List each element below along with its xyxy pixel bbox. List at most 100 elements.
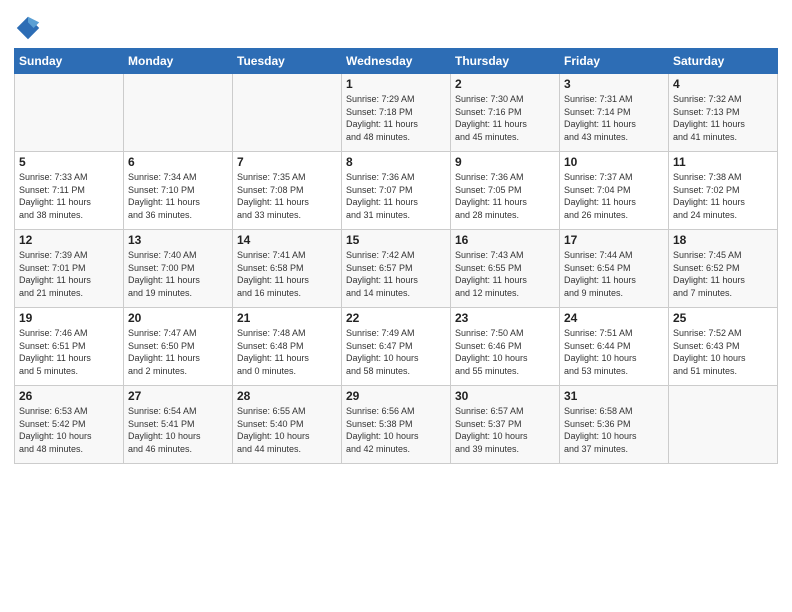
- calendar-week-row: 5 Sunrise: 7:33 AM Sunset: 7:11 PM Daylig…: [15, 152, 778, 230]
- day-info: Sunrise: 7:36 AM Sunset: 7:07 PM Dayligh…: [346, 171, 446, 221]
- day-number: 24: [564, 311, 664, 325]
- day-info: Sunrise: 7:44 AM Sunset: 6:54 PM Dayligh…: [564, 249, 664, 299]
- calendar-day-header: Thursday: [451, 49, 560, 74]
- day-info: Sunrise: 7:51 AM Sunset: 6:44 PM Dayligh…: [564, 327, 664, 377]
- calendar-cell: 17 Sunrise: 7:44 AM Sunset: 6:54 PM Dayli…: [560, 230, 669, 308]
- day-info: Sunrise: 7:52 AM Sunset: 6:43 PM Dayligh…: [673, 327, 773, 377]
- day-number: 19: [19, 311, 119, 325]
- calendar-cell: 25 Sunrise: 7:52 AM Sunset: 6:43 PM Dayli…: [669, 308, 778, 386]
- day-info: Sunrise: 6:58 AM Sunset: 5:36 PM Dayligh…: [564, 405, 664, 455]
- calendar-cell: 7 Sunrise: 7:35 AM Sunset: 7:08 PM Daylig…: [233, 152, 342, 230]
- logo-icon: [14, 14, 42, 42]
- day-info: Sunrise: 7:31 AM Sunset: 7:14 PM Dayligh…: [564, 93, 664, 143]
- day-number: 6: [128, 155, 228, 169]
- day-info: Sunrise: 7:39 AM Sunset: 7:01 PM Dayligh…: [19, 249, 119, 299]
- day-number: 21: [237, 311, 337, 325]
- calendar-cell: 18 Sunrise: 7:45 AM Sunset: 6:52 PM Dayli…: [669, 230, 778, 308]
- day-info: Sunrise: 7:38 AM Sunset: 7:02 PM Dayligh…: [673, 171, 773, 221]
- day-number: 22: [346, 311, 446, 325]
- day-number: 20: [128, 311, 228, 325]
- day-number: 30: [455, 389, 555, 403]
- day-info: Sunrise: 6:55 AM Sunset: 5:40 PM Dayligh…: [237, 405, 337, 455]
- day-number: 9: [455, 155, 555, 169]
- day-info: Sunrise: 6:56 AM Sunset: 5:38 PM Dayligh…: [346, 405, 446, 455]
- header: [14, 10, 778, 42]
- logo: [14, 14, 46, 42]
- calendar-week-row: 19 Sunrise: 7:46 AM Sunset: 6:51 PM Dayli…: [15, 308, 778, 386]
- calendar-cell: 21 Sunrise: 7:48 AM Sunset: 6:48 PM Dayli…: [233, 308, 342, 386]
- calendar-cell: 14Sunrise: 7:41 AM Sunset: 6:58 PM Dayli…: [233, 230, 342, 308]
- day-info: Sunrise: 7:41 AM Sunset: 6:58 PM Dayligh…: [237, 249, 337, 299]
- day-info: Sunrise: 7:32 AM Sunset: 7:13 PM Dayligh…: [673, 93, 773, 143]
- calendar-cell: 10 Sunrise: 7:37 AM Sunset: 7:04 PM Dayli…: [560, 152, 669, 230]
- day-info: Sunrise: 7:37 AM Sunset: 7:04 PM Dayligh…: [564, 171, 664, 221]
- day-info: Sunrise: 7:46 AM Sunset: 6:51 PM Dayligh…: [19, 327, 119, 377]
- day-number: 16: [455, 233, 555, 247]
- calendar-cell: 23 Sunrise: 7:50 AM Sunset: 6:46 PM Dayli…: [451, 308, 560, 386]
- day-info: Sunrise: 7:47 AM Sunset: 6:50 PM Dayligh…: [128, 327, 228, 377]
- day-number: 12: [19, 233, 119, 247]
- calendar-day-header: Tuesday: [233, 49, 342, 74]
- calendar-day-header: Monday: [124, 49, 233, 74]
- day-number: 17: [564, 233, 664, 247]
- day-info: Sunrise: 7:50 AM Sunset: 6:46 PM Dayligh…: [455, 327, 555, 377]
- day-number: 8: [346, 155, 446, 169]
- calendar-week-row: 12 Sunrise: 7:39 AM Sunset: 7:01 PM Dayli…: [15, 230, 778, 308]
- day-number: 4: [673, 77, 773, 91]
- day-info: Sunrise: 6:54 AM Sunset: 5:41 PM Dayligh…: [128, 405, 228, 455]
- day-info: Sunrise: 7:33 AM Sunset: 7:11 PM Dayligh…: [19, 171, 119, 221]
- calendar-cell: 29 Sunrise: 6:56 AM Sunset: 5:38 PM Dayli…: [342, 386, 451, 464]
- day-info: Sunrise: 7:34 AM Sunset: 7:10 PM Dayligh…: [128, 171, 228, 221]
- calendar-table: SundayMondayTuesdayWednesdayThursdayFrid…: [14, 48, 778, 464]
- calendar-cell: 30 Sunrise: 6:57 AM Sunset: 5:37 PM Dayli…: [451, 386, 560, 464]
- calendar-cell: 8 Sunrise: 7:36 AM Sunset: 7:07 PM Daylig…: [342, 152, 451, 230]
- calendar-header-row: SundayMondayTuesdayWednesdayThursdayFrid…: [15, 49, 778, 74]
- day-info: Sunrise: 7:48 AM Sunset: 6:48 PM Dayligh…: [237, 327, 337, 377]
- calendar-cell: 19 Sunrise: 7:46 AM Sunset: 6:51 PM Dayli…: [15, 308, 124, 386]
- day-number: 28: [237, 389, 337, 403]
- calendar-cell: 15 Sunrise: 7:42 AM Sunset: 6:57 PM Dayli…: [342, 230, 451, 308]
- calendar-cell: 26Sunrise: 6:53 AM Sunset: 5:42 PM Dayli…: [15, 386, 124, 464]
- day-info: Sunrise: 7:29 AM Sunset: 7:18 PM Dayligh…: [346, 93, 446, 143]
- calendar-cell: 31 Sunrise: 6:58 AM Sunset: 5:36 PM Dayli…: [560, 386, 669, 464]
- calendar-cell: 24 Sunrise: 7:51 AM Sunset: 6:44 PM Dayli…: [560, 308, 669, 386]
- day-number: 15: [346, 233, 446, 247]
- day-number: 7: [237, 155, 337, 169]
- calendar-cell: 22 Sunrise: 7:49 AM Sunset: 6:47 PM Dayli…: [342, 308, 451, 386]
- calendar-cell: 13Sunrise: 7:40 AM Sunset: 7:00 PM Dayli…: [124, 230, 233, 308]
- day-info: Sunrise: 7:42 AM Sunset: 6:57 PM Dayligh…: [346, 249, 446, 299]
- day-info: Sunrise: 6:57 AM Sunset: 5:37 PM Dayligh…: [455, 405, 555, 455]
- day-number: 18: [673, 233, 773, 247]
- day-number: 10: [564, 155, 664, 169]
- day-info: Sunrise: 7:49 AM Sunset: 6:47 PM Dayligh…: [346, 327, 446, 377]
- day-number: 5: [19, 155, 119, 169]
- page-container: SundayMondayTuesdayWednesdayThursdayFrid…: [0, 0, 792, 474]
- day-number: 2: [455, 77, 555, 91]
- calendar-week-row: 1 Sunrise: 7:29 AM Sunset: 7:18 PM Daylig…: [15, 74, 778, 152]
- calendar-cell: 2 Sunrise: 7:30 AM Sunset: 7:16 PM Daylig…: [451, 74, 560, 152]
- day-number: 29: [346, 389, 446, 403]
- calendar-body: 1 Sunrise: 7:29 AM Sunset: 7:18 PM Daylig…: [15, 74, 778, 464]
- day-info: Sunrise: 7:40 AM Sunset: 7:00 PM Dayligh…: [128, 249, 228, 299]
- day-info: Sunrise: 7:35 AM Sunset: 7:08 PM Dayligh…: [237, 171, 337, 221]
- calendar-cell: [15, 74, 124, 152]
- calendar-day-header: Friday: [560, 49, 669, 74]
- day-number: 26: [19, 389, 119, 403]
- calendar-cell: [124, 74, 233, 152]
- calendar-cell: 11Sunrise: 7:38 AM Sunset: 7:02 PM Dayli…: [669, 152, 778, 230]
- day-number: 23: [455, 311, 555, 325]
- day-number: 31: [564, 389, 664, 403]
- calendar-cell: 28 Sunrise: 6:55 AM Sunset: 5:40 PM Dayli…: [233, 386, 342, 464]
- calendar-cell: 9Sunrise: 7:36 AM Sunset: 7:05 PM Daylig…: [451, 152, 560, 230]
- day-info: Sunrise: 7:30 AM Sunset: 7:16 PM Dayligh…: [455, 93, 555, 143]
- day-info: Sunrise: 7:45 AM Sunset: 6:52 PM Dayligh…: [673, 249, 773, 299]
- calendar-cell: 3Sunrise: 7:31 AM Sunset: 7:14 PM Daylig…: [560, 74, 669, 152]
- calendar-cell: [233, 74, 342, 152]
- calendar-day-header: Wednesday: [342, 49, 451, 74]
- calendar-day-header: Sunday: [15, 49, 124, 74]
- day-number: 27: [128, 389, 228, 403]
- day-number: 25: [673, 311, 773, 325]
- day-number: 1: [346, 77, 446, 91]
- calendar-week-row: 26Sunrise: 6:53 AM Sunset: 5:42 PM Dayli…: [15, 386, 778, 464]
- calendar-cell: 20 Sunrise: 7:47 AM Sunset: 6:50 PM Dayli…: [124, 308, 233, 386]
